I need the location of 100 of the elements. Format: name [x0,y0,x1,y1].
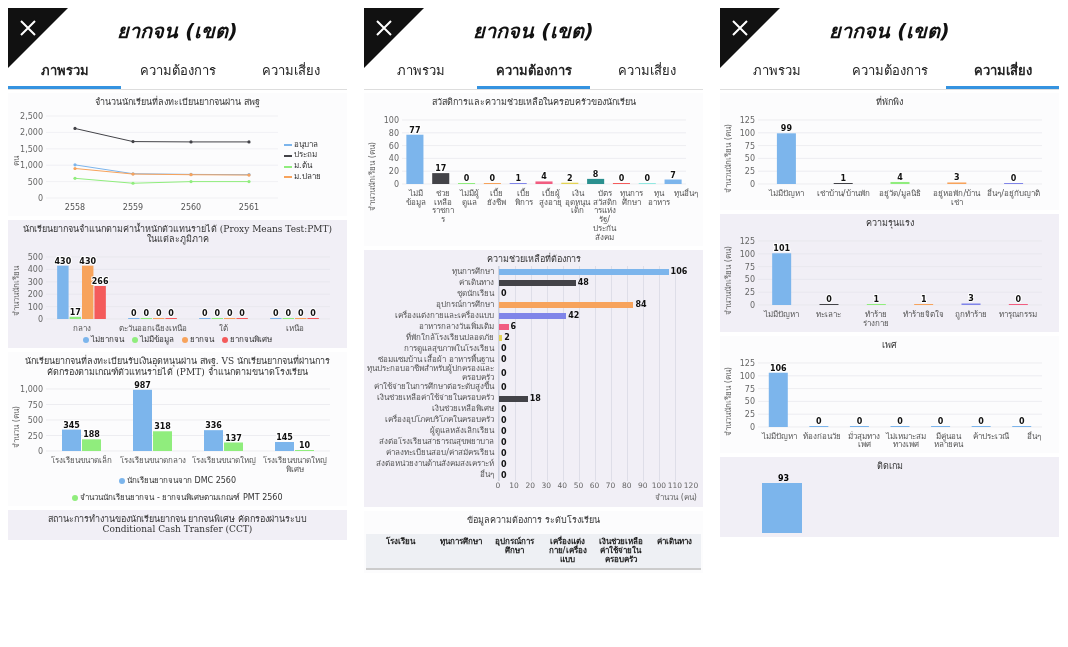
close-button[interactable] [364,8,424,68]
chart-title: จำนวนนักเรียนที่ลงทะเบียนยากจนผ่าน สพฐ [94,96,261,110]
legend-label: ยากจน [190,336,214,345]
axis-tick-label: 75 [744,141,755,151]
bar [762,482,802,533]
tab[interactable]: ภาพรวม [8,56,121,89]
data-label: 101 [773,244,790,254]
axis-tick-label: 1,500 [20,144,43,154]
data-label: 0 [937,416,944,426]
axis-tick-label: 125 [739,115,755,125]
axis-tick-label: 125 [739,237,755,247]
table-header-cell[interactable]: ทุนการศึกษา [434,533,488,568]
data-label: 0 [618,173,625,183]
tab[interactable]: ความเสี่ยง [946,56,1059,89]
chart-title: ที่พักพิง [875,96,904,109]
close-button[interactable] [8,8,68,68]
tab[interactable]: ความต้องการ [121,56,234,89]
axis-category-label: กลาง [71,325,92,334]
axis-category-label: 2558 [63,203,87,213]
axis-tick-label: 0 [749,422,755,432]
table-header-cell[interactable]: อุปกรณ์การศึกษา [487,533,541,568]
axis-tick-label: 75 [744,262,755,272]
data-label: 0 [1015,295,1022,305]
axis-category-label: เหนือ [284,325,305,334]
axis-category-label: ทุนอาหาร [646,189,671,208]
axis-title: คน [11,156,20,167]
tab[interactable]: ความเสี่ยง [590,56,703,89]
axis-tick-label: 80 [388,128,399,138]
data-label: 0 [816,416,822,426]
axis-tick-label: 50 [744,275,755,285]
axis-category-label: ส่งต่อหน่วยงานด้านสังคมสงเคราะห์ [375,460,495,469]
tab[interactable]: ความต้องการ [477,56,590,89]
data-label: 137 [225,433,242,443]
axis-tick-label: 100 [739,371,755,381]
data-label: 0 [463,173,470,183]
axis-tick-label: 100 [739,250,755,259]
axis-category-label: ทำร้ายร่างกาย [862,311,891,329]
tab[interactable]: ความต้องการ [833,56,946,89]
data-label: 0 [273,309,279,319]
data-label: 0 [1010,173,1017,183]
axis-category-label: ผู้ดูแลหลังเลิกเรียน [429,427,496,436]
data-label: 318 [154,422,171,432]
axis-category-label: บัตรสวัสดิการแห่งรัฐ/ประกันสังคม [591,189,618,243]
data-label: 0 [285,309,292,319]
data-label: 1 [515,173,521,183]
data-label: 6 [510,322,517,331]
data-label: 0 [501,383,507,392]
data-label: 0 [826,295,832,305]
data-label: 93 [778,473,790,483]
data-label: 3 [968,294,974,304]
axis-tick-label: 1,000 [20,161,43,170]
legend-label: จำนวนนักเรียนยากจน - ยากจนพิเศษตามเกณฑ์ PMT 2560 [80,493,283,503]
data-label: 145 [276,433,293,443]
data-label: 2 [504,333,510,342]
axis-category-label: เช่าบ้าน/บ้านพัก [815,189,871,199]
tab[interactable]: ภาพรวม [364,56,477,89]
tab[interactable]: ความเสี่ยง [234,56,347,89]
axis-category-label: อยู่หอพัก/บ้านเช่า [932,189,982,208]
axis-category-label: ทะเลาะ [815,311,843,320]
axis-category-label: เงินช่วยเหลือพิเศษ [431,405,495,414]
axis-title: จำนวนนักเรียน (คน) [367,141,376,211]
axis-title: จำนวน (คน) [655,492,697,505]
axis-tick-label: 1,000 [20,385,43,395]
axis-category-label: มั่วสุมทางเพศ [847,432,882,451]
axis-tick-label: 500 [27,416,43,426]
data-label: 4 [541,172,547,182]
data-label: 0 [501,449,507,458]
axis-category-label: เครื่องอุปโภคบริโภคในครอบครัว [384,416,495,425]
axis-category-label: เบี้ยผู้สูงอายุ [538,189,563,208]
data-label: 106 [670,267,688,276]
axis-category-label: ไม่มีผู้ดูแล [458,189,480,208]
axis-category-label: ทุนการศึกษา [451,267,495,277]
screen-title: ยากจน (เขต) [829,18,950,45]
axis-category-label: อาหารกลางวันเพิ่มเติม [418,322,495,332]
data-label: 77 [409,125,421,135]
axis-tick-label: 2,000 [20,128,43,138]
axis-tick-label: 100 [739,128,755,138]
axis-category-label: อื่นๆ [1025,432,1042,442]
axis-tick-label: 0 [37,447,43,457]
axis-category-label: ไม่มีปัญหา [760,432,798,442]
axis-category-label: อื่นๆ/อยู่กับญาติ [986,189,1041,199]
axis-tick-label: 100 [383,115,399,125]
table-header-cell[interactable]: เงินช่วยเหลือค่าใช้จ่ายในครอบครัว [594,533,648,568]
tab[interactable]: ภาพรวม [720,56,833,89]
chart-title: สวัสดิการและความช่วยเหลือในครอบครัวของนักเรียน [430,96,637,109]
data-label: 0 [501,438,507,447]
axis-category-label: อยู่วัด/มูลนิธิ [878,189,922,199]
data-label: 0 [214,309,221,319]
axis-title: จำนวนนักเรียน (คน) [723,124,732,193]
table-header-cell[interactable]: เครื่องแต่งกาย/เครื่องแบบ [540,533,595,568]
axis-category-label: เงินอุดหนุนเด็ก [564,189,591,217]
data-label: 336 [205,421,222,431]
table-header-cell[interactable]: โรงเรียน [366,533,435,568]
legend-label: ไม่ยากจน [91,336,124,345]
close-button[interactable] [720,8,780,68]
axis-tick-label: 50 [744,154,755,164]
table-header-cell[interactable]: ค่าเดินทาง [647,533,701,568]
data-label: 0 [155,309,162,319]
axis-category-label: ถูกทำร้าย [953,311,988,320]
axis-title: จำนวนนักเรียน (คน) [723,366,732,436]
